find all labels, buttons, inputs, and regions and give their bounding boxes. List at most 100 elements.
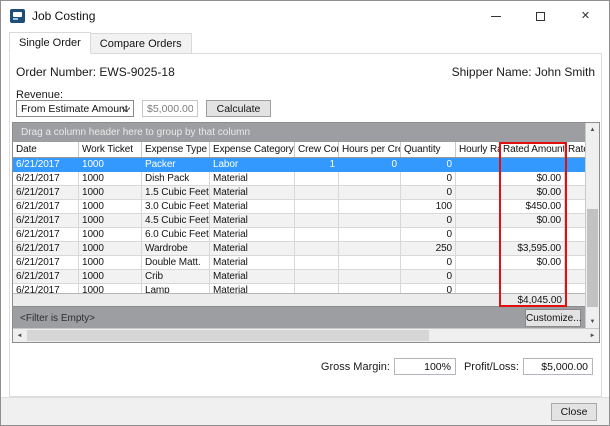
table-cell xyxy=(456,200,500,214)
scroll-left-icon[interactable]: ◄ xyxy=(13,329,26,342)
column-header-quantity[interactable]: Quantity xyxy=(401,142,456,157)
column-header-rate-type[interactable]: Rate Type xyxy=(565,142,585,157)
table-cell: 0 xyxy=(401,172,456,186)
table-cell: 100 xyxy=(401,200,456,214)
table-cell: Material xyxy=(210,172,295,186)
table-cell xyxy=(565,270,585,284)
close-button[interactable]: Close xyxy=(551,403,597,421)
table-row[interactable]: 6/21/20171000Double Matt.Material0$0.00 xyxy=(13,256,585,270)
table-cell xyxy=(295,172,339,186)
window-title: Job Costing xyxy=(32,9,95,23)
table-cell xyxy=(456,270,500,284)
group-by-band[interactable]: Drag a column header here to group by th… xyxy=(13,123,585,142)
table-cell: 6/21/2017 xyxy=(13,200,79,214)
grid-total-row: $4,045.00 xyxy=(13,293,585,306)
gross-margin-field[interactable] xyxy=(394,358,456,375)
column-header-expense-category[interactable]: Expense Category xyxy=(210,142,295,157)
column-header-crew-count[interactable]: Crew Count xyxy=(295,142,339,157)
vertical-scrollbar[interactable]: ▲ ▼ xyxy=(585,123,599,328)
table-cell xyxy=(295,270,339,284)
table-cell: 3.0 Cubic Feet xyxy=(142,200,210,214)
table-cell: 1000 xyxy=(79,214,142,228)
table-row[interactable]: 6/21/20171000PackerLabor100 xyxy=(13,158,585,172)
table-cell: $0.00 xyxy=(500,256,565,270)
table-row[interactable]: 6/21/20171000WardrobeMaterial250$3,595.0… xyxy=(13,242,585,256)
table-cell: Packer xyxy=(142,158,210,172)
minimize-button[interactable] xyxy=(473,2,518,30)
table-cell: Material xyxy=(210,214,295,228)
table-cell: 6/21/2017 xyxy=(13,158,79,172)
table-cell: 1 xyxy=(295,158,339,172)
shipper-name-value: John Smith xyxy=(535,65,595,79)
table-cell: 1000 xyxy=(79,172,142,186)
table-cell: 0 xyxy=(401,228,456,242)
table-cell xyxy=(565,186,585,200)
column-header-expense-type[interactable]: Expense Type xyxy=(142,142,210,157)
total-row-cell xyxy=(295,294,339,306)
maximize-button[interactable] xyxy=(518,2,563,30)
table-cell xyxy=(456,228,500,242)
table-cell xyxy=(456,242,500,256)
table-row[interactable]: 6/21/201710004.5 Cubic FeetMaterial0$0.0… xyxy=(13,214,585,228)
tab-single-order[interactable]: Single Order xyxy=(9,32,91,54)
scroll-down-icon[interactable]: ▼ xyxy=(586,315,599,328)
revenue-amount-field[interactable] xyxy=(142,100,198,117)
total-row-cell xyxy=(401,294,456,306)
close-window-button[interactable]: ✕ xyxy=(563,2,608,30)
table-cell: 0 xyxy=(401,214,456,228)
total-row-cell xyxy=(79,294,142,306)
total-row-cell xyxy=(142,294,210,306)
horizontal-scrollbar[interactable]: ◄ ► xyxy=(13,328,599,342)
filter-status-text: <Filter is Empty> xyxy=(20,313,95,324)
table-cell xyxy=(295,228,339,242)
table-cell: $450.00 xyxy=(500,200,565,214)
table-cell xyxy=(295,284,339,293)
table-cell: Lamp xyxy=(142,284,210,293)
table-row[interactable]: 6/21/20171000LampMaterial0 xyxy=(13,284,585,293)
table-cell: Material xyxy=(210,270,295,284)
app-icon xyxy=(10,9,25,23)
table-cell xyxy=(565,284,585,293)
profit-loss-field[interactable] xyxy=(523,358,593,375)
table-row[interactable]: 6/21/201710006.0 Cubic FeetMaterial0 xyxy=(13,228,585,242)
customize-button[interactable]: Customize... xyxy=(525,309,581,327)
table-cell: $0.00 xyxy=(500,186,565,200)
grid-header-row: DateWork TicketExpense TypeExpense Categ… xyxy=(13,142,585,158)
table-cell xyxy=(500,158,565,172)
table-cell xyxy=(339,172,401,186)
revenue-source-dropdown[interactable]: From Estimate Amount xyxy=(16,100,134,117)
table-cell: Dish Pack xyxy=(142,172,210,186)
table-cell xyxy=(565,256,585,270)
table-cell xyxy=(500,270,565,284)
order-number-value: EWS-9025-18 xyxy=(99,65,174,79)
horizontal-scrollbar-thumb[interactable] xyxy=(27,330,429,341)
vertical-scrollbar-thumb[interactable] xyxy=(587,209,598,307)
table-row[interactable]: 6/21/20171000Dish PackMaterial0$0.00 xyxy=(13,172,585,186)
tab-compare-orders[interactable]: Compare Orders xyxy=(90,33,192,54)
table-cell xyxy=(295,200,339,214)
job-costing-dialog: Job Costing ✕ Single Order Compare Order… xyxy=(0,0,610,426)
table-cell: 1000 xyxy=(79,270,142,284)
table-cell: Double Matt. xyxy=(142,256,210,270)
table-cell xyxy=(339,284,401,293)
table-cell: $0.00 xyxy=(500,214,565,228)
scroll-right-icon[interactable]: ► xyxy=(586,329,599,342)
column-header-rated-amount[interactable]: Rated Amount xyxy=(500,142,565,157)
column-header-hours-per-crew[interactable]: Hours per Crew xyxy=(339,142,401,157)
table-cell: 1000 xyxy=(79,242,142,256)
maximize-icon xyxy=(536,12,545,21)
column-header-work-ticket[interactable]: Work Ticket xyxy=(79,142,142,157)
table-cell: 6.0 Cubic Feet xyxy=(142,228,210,242)
revenue-source-selected: From Estimate Amount xyxy=(21,103,128,115)
calculate-button[interactable]: Calculate xyxy=(206,100,271,117)
column-header-date[interactable]: Date xyxy=(13,142,79,157)
table-cell: 6/21/2017 xyxy=(13,214,79,228)
table-row[interactable]: 6/21/201710001.5 Cubic FeetMaterial0$0.0… xyxy=(13,186,585,200)
table-cell: 0 xyxy=(401,270,456,284)
table-row[interactable]: 6/21/20171000CribMaterial0 xyxy=(13,270,585,284)
table-cell: 250 xyxy=(401,242,456,256)
table-row[interactable]: 6/21/201710003.0 Cubic FeetMaterial100$4… xyxy=(13,200,585,214)
column-header-hourly-rate[interactable]: Hourly Rate xyxy=(456,142,500,157)
scroll-up-icon[interactable]: ▲ xyxy=(586,123,599,136)
total-row-cell xyxy=(13,294,79,306)
